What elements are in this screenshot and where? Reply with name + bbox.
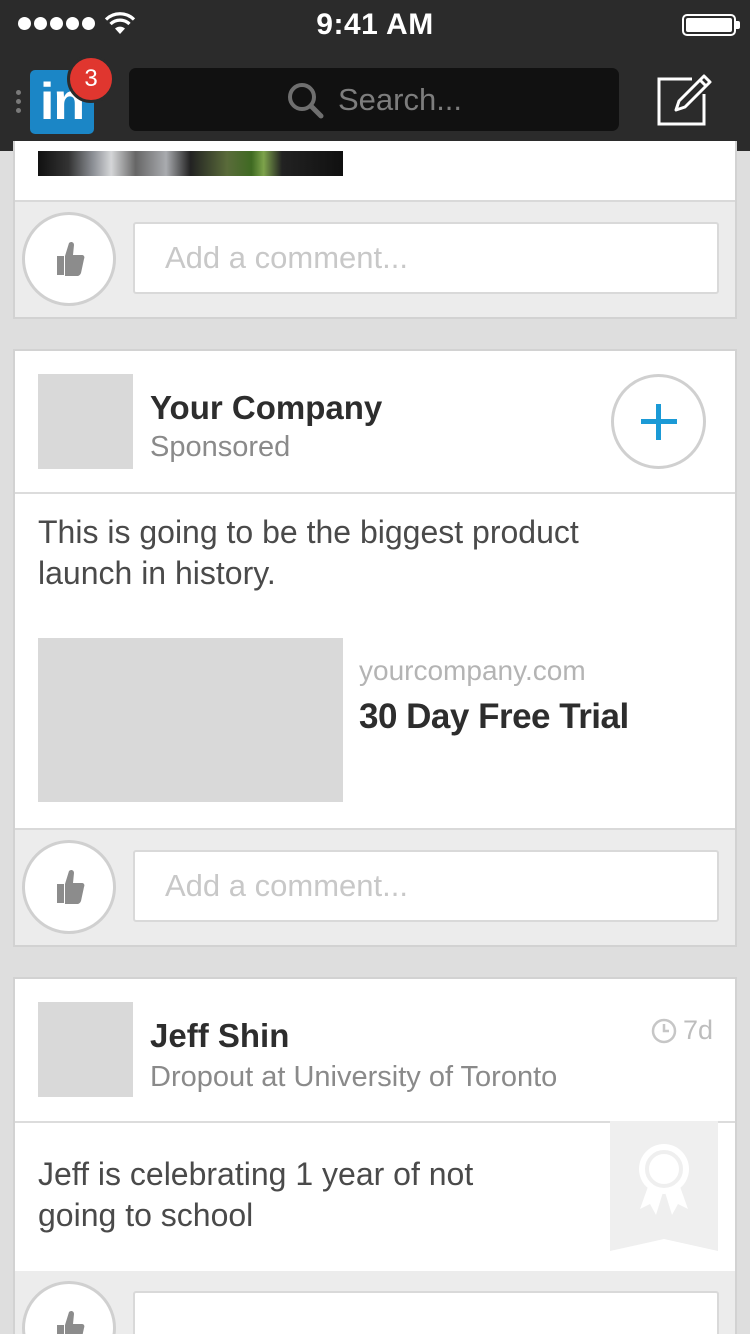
status-time: 9:41 AM bbox=[316, 8, 434, 41]
author-avatar[interactable] bbox=[38, 1002, 133, 1097]
like-button[interactable] bbox=[22, 1281, 116, 1334]
menu-grip-icon[interactable] bbox=[16, 90, 22, 113]
thumbs-up-icon bbox=[57, 241, 85, 276]
post-actions-bar bbox=[15, 828, 735, 945]
search-placeholder: Search... bbox=[337, 81, 463, 117]
feed-post-card bbox=[13, 141, 737, 319]
comment-input[interactable] bbox=[133, 222, 719, 294]
battery-icon bbox=[682, 14, 740, 36]
comment-input[interactable] bbox=[133, 850, 719, 922]
feed-post-card: Jeff Shin Dropout at University of Toron… bbox=[13, 977, 737, 1334]
author-headline: Dropout at University of Toronto bbox=[150, 1061, 558, 1093]
post-actions-bar bbox=[15, 1271, 735, 1334]
company-name[interactable]: Your Company bbox=[150, 389, 382, 427]
compose-icon[interactable] bbox=[656, 72, 714, 130]
company-logo bbox=[38, 374, 133, 469]
like-button[interactable] bbox=[22, 840, 116, 934]
clock-icon bbox=[651, 1018, 677, 1043]
post-text: This is going to be the biggest product … bbox=[38, 514, 579, 591]
thumbs-up-icon bbox=[57, 1310, 85, 1334]
search-bar[interactable]: Search... bbox=[129, 68, 619, 131]
comment-input[interactable] bbox=[133, 1291, 719, 1334]
like-button[interactable] bbox=[22, 212, 116, 306]
status-bar: 9:41 AM bbox=[0, 0, 750, 50]
author-name[interactable]: Jeff Shin bbox=[150, 1017, 289, 1055]
sponsored-post-card: Your Company Sponsored This is going to … bbox=[13, 349, 737, 947]
top-navigation-bar: in 3 Search... bbox=[0, 50, 750, 151]
post-photo bbox=[38, 151, 343, 176]
search-icon bbox=[287, 82, 324, 118]
achievement-ribbon bbox=[610, 1121, 718, 1251]
notification-badge[interactable]: 3 bbox=[67, 55, 115, 103]
post-timestamp: 7d bbox=[651, 1015, 713, 1046]
link-domain[interactable]: yourcompany.com bbox=[359, 655, 586, 687]
sponsored-label: Sponsored bbox=[150, 431, 291, 463]
post-actions-bar bbox=[15, 200, 735, 317]
divider bbox=[15, 492, 735, 494]
follow-button[interactable] bbox=[611, 374, 706, 469]
link-title[interactable]: 30 Day Free Trial bbox=[359, 697, 629, 737]
thumbs-up-icon bbox=[57, 869, 85, 904]
award-icon bbox=[639, 1144, 689, 1215]
link-preview-image[interactable] bbox=[38, 638, 343, 802]
time-ago: 7d bbox=[682, 1015, 713, 1045]
post-text: Jeff is celebrating 1 year of not going … bbox=[38, 1156, 474, 1233]
